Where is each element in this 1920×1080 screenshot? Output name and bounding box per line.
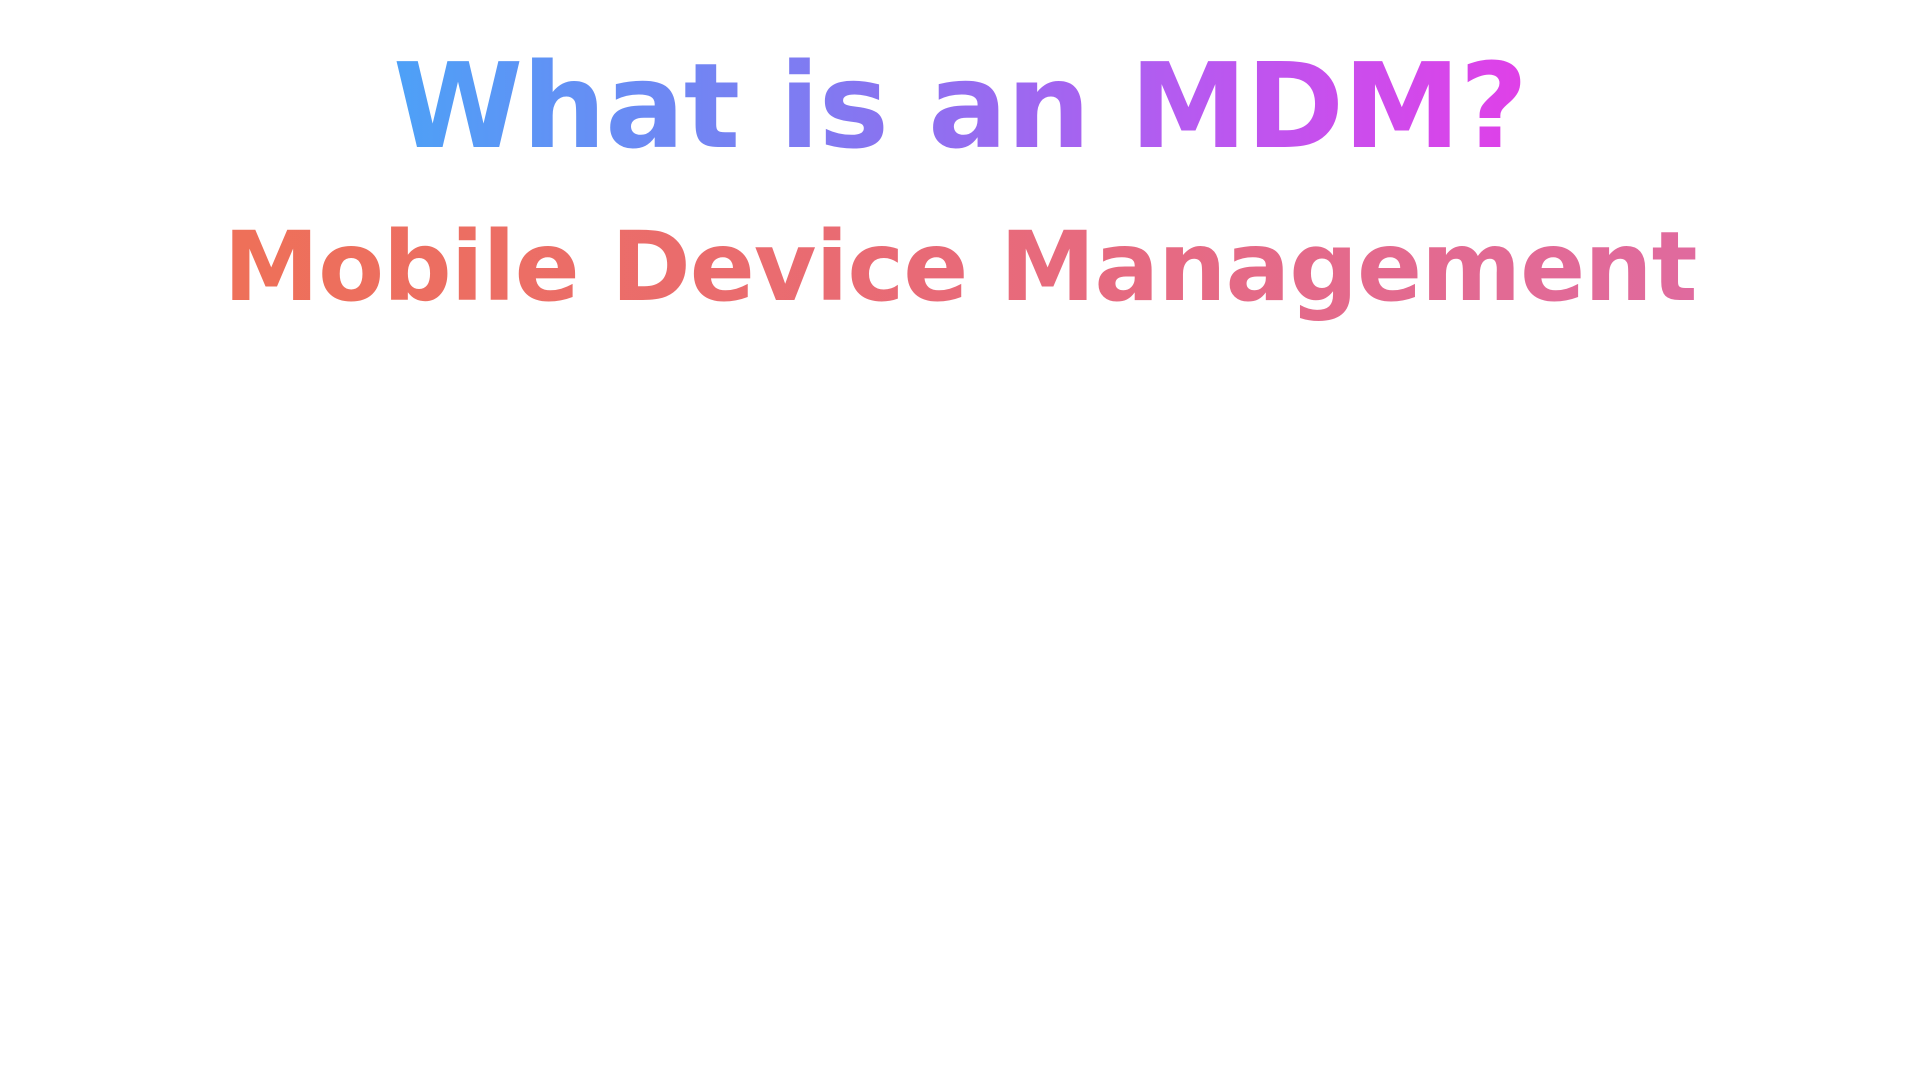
- slide-title-text: What is an MDM?: [393, 36, 1528, 178]
- slide-title: What is an MDM?: [0, 36, 1920, 178]
- slide-subtitle-text: Mobile Device Management: [224, 210, 1698, 325]
- slide: What is an MDM? Mobile Device Management: [0, 0, 1920, 1080]
- slide-subtitle: Mobile Device Management: [0, 210, 1920, 325]
